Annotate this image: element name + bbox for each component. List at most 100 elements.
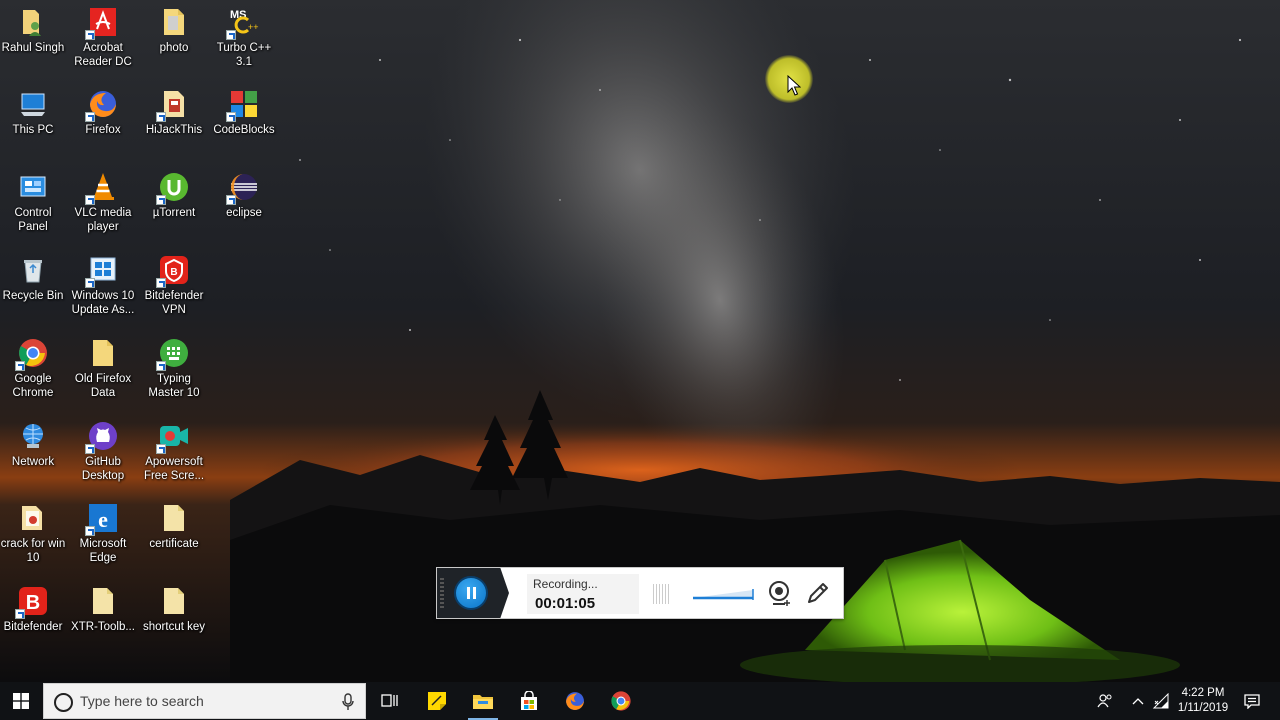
user-folder-icon	[17, 6, 49, 38]
file-explorer-icon	[473, 695, 493, 709]
edge-icon: e	[85, 502, 119, 536]
apowersoft-icon	[156, 420, 190, 454]
windows-update-icon	[85, 254, 119, 288]
desktop-icon-network[interactable]: Network	[0, 420, 66, 469]
desktop-icon-this-pc[interactable]: This PC	[0, 88, 66, 137]
desktop-icon-utorrent[interactable]: µTorrent	[141, 171, 207, 220]
people-icon	[1097, 694, 1112, 708]
task-view-icon	[381, 694, 398, 707]
clock-date: 1/11/2019	[1177, 702, 1229, 714]
vlc-icon	[85, 171, 119, 205]
wifi-icon	[1152, 693, 1169, 709]
windows-logo-icon	[13, 693, 29, 709]
utorrent-icon	[156, 171, 190, 205]
bitdefender-icon: B	[15, 585, 49, 619]
recycle-bin-icon	[17, 254, 49, 286]
desktop-icon-label: µTorrent	[152, 207, 196, 219]
svg-text:B: B	[170, 267, 177, 278]
desktop-icon-acrobat-reader[interactable]: Acrobat Reader DC	[70, 6, 136, 69]
show-hidden-icons-button[interactable]	[1128, 682, 1148, 720]
audio-volume-slider[interactable]	[693, 586, 755, 602]
start-button[interactable]	[0, 682, 42, 720]
store-bag-icon	[521, 691, 537, 710]
recording-timer: 00:01:05	[535, 595, 596, 612]
computer-icon	[17, 88, 49, 120]
desktop-icon-turbo-cpp[interactable]: MS ++ Turbo C++ 3.1	[211, 6, 277, 69]
desktop-icon-label: certificate	[149, 538, 199, 550]
desktop-icon-old-firefox-data[interactable]: Old Firefox Data	[70, 337, 136, 400]
desktop-icon-windows-update[interactable]: Windows 10 Update As...	[70, 254, 136, 317]
desktop-icon-microsoft-edge[interactable]: e Microsoft Edge	[70, 502, 136, 565]
desktop-icon-label: Turbo C++ 3.1	[216, 42, 272, 68]
people-button[interactable]	[1094, 682, 1116, 720]
network-status-button[interactable]	[1150, 682, 1172, 720]
desktop-icon-shortcut-key[interactable]: shortcut key	[141, 585, 207, 634]
desktop-icon-label: shortcut key	[143, 621, 205, 633]
task-view-button[interactable]	[370, 682, 410, 720]
chrome-icon	[611, 691, 631, 711]
search-input[interactable]	[80, 684, 330, 718]
desktop-icon-photo[interactable]: photo	[141, 6, 207, 55]
folder-icon	[158, 585, 190, 617]
desktop-icon-label: crack for win 10	[0, 538, 66, 564]
desktop-icon-label: Acrobat Reader DC	[74, 42, 132, 68]
chevron-up-icon	[1132, 698, 1144, 705]
bitdefender-vpn-icon: B	[156, 254, 190, 288]
desktop-icon-label: GitHub Desktop	[81, 456, 125, 482]
taskbar-firefox[interactable]	[556, 682, 594, 720]
desktop-icon-bitdefender[interactable]: B Bitdefender	[0, 585, 66, 634]
svg-text:++: ++	[248, 22, 259, 32]
typing-master-icon	[156, 337, 190, 371]
taskbar-clock[interactable]: 4:22 PM 1/11/2019	[1172, 682, 1234, 720]
taskbar-file-explorer[interactable]	[464, 682, 502, 720]
desktop-icon-label: Bitdefender	[3, 621, 63, 633]
desktop-icon-control-panel[interactable]: Control Panel	[0, 171, 66, 234]
desktop-icon-vlc[interactable]: VLC media player	[70, 171, 136, 234]
firefox-icon	[85, 88, 119, 122]
pause-recording-button[interactable]	[454, 576, 488, 610]
desktop-icon-bitdefender-vpn[interactable]: B Bitdefender VPN	[141, 254, 207, 317]
taskbar-sticky-notes[interactable]	[418, 682, 456, 720]
desktop-icon-google-chrome[interactable]: Google Chrome	[0, 337, 66, 400]
network-icon	[17, 420, 49, 452]
webcam-icon[interactable]	[767, 580, 793, 608]
screen-recorder-toolbar: Recording... 00:01:05	[436, 567, 844, 619]
desktop-icon-certificate[interactable]: certificate	[141, 502, 207, 551]
desktop-icon-crack-for-win-10[interactable]: crack for win 10	[0, 502, 66, 565]
desktop-icon-label: Bitdefender VPN	[144, 290, 204, 316]
desktop-icon-recycle-bin[interactable]: Recycle Bin	[0, 254, 66, 303]
drag-handle-icon[interactable]	[440, 578, 444, 608]
eclipse-icon	[226, 171, 260, 205]
taskbar: 4:22 PM 1/11/2019	[0, 682, 1280, 720]
desktop-icon-typing-master[interactable]: Typing Master 10	[141, 337, 207, 400]
desktop-icon-firefox[interactable]: Firefox	[70, 88, 136, 137]
desktop-icon-github-desktop[interactable]: GitHub Desktop	[70, 420, 136, 483]
action-center-button[interactable]	[1238, 682, 1266, 720]
hijackthis-icon	[156, 88, 190, 122]
svg-text:e: e	[98, 507, 108, 532]
desktop-icon-label: Apowersoft Free Scre...	[143, 456, 205, 482]
desktop-icon-rahul-singh[interactable]: Rahul Singh	[0, 6, 66, 55]
cortana-icon	[54, 693, 73, 712]
folder-icon	[158, 6, 190, 38]
taskbar-search-box[interactable]	[43, 683, 366, 719]
desktop-icon-hijackthis[interactable]: HiJackThis	[141, 88, 207, 137]
acrobat-icon	[85, 6, 119, 40]
microphone-icon[interactable]	[341, 693, 355, 711]
codeblocks-icon	[226, 88, 260, 122]
mouse-pointer-icon	[787, 75, 801, 96]
pen-annotate-icon[interactable]	[805, 580, 831, 606]
desktop-icon-codeblocks[interactable]: CodeBlocks	[211, 88, 277, 137]
desktop-icon-label: Recycle Bin	[2, 290, 64, 302]
desktop-icon-xtr-toolbox[interactable]: XTR-Toolb...	[70, 585, 136, 634]
folder-icon	[158, 502, 190, 534]
desktop-icon-label: Control Panel	[14, 207, 52, 233]
desktop-icon-eclipse[interactable]: eclipse	[211, 171, 277, 220]
desktop-icon-label: Old Firefox Data	[74, 373, 132, 399]
recorder-control-area	[437, 568, 509, 618]
desktop-icon-apowersoft[interactable]: Apowersoft Free Scre...	[141, 420, 207, 483]
desktop-icon-label: Network	[11, 456, 55, 468]
clock-time: 4:22 PM	[1181, 687, 1225, 699]
taskbar-microsoft-store[interactable]	[510, 682, 548, 720]
taskbar-chrome[interactable]	[602, 682, 640, 720]
